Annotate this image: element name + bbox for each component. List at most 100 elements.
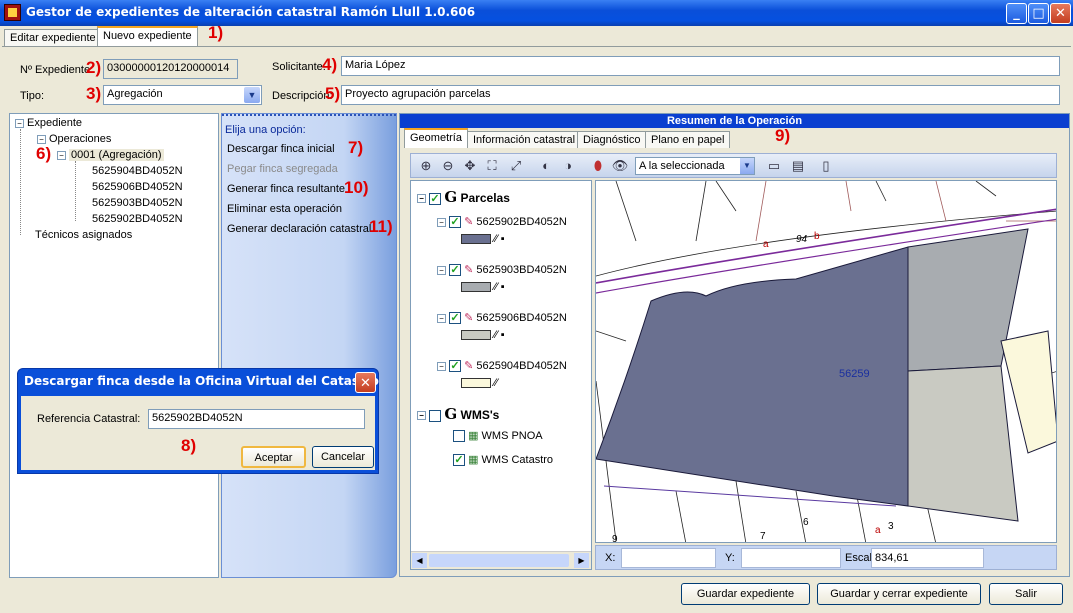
layer-legend: ⁄⁄ <box>461 377 498 389</box>
scrollbar-thumb[interactable] <box>429 554 569 567</box>
collapse-icon[interactable]: − <box>37 134 46 144</box>
descripcion-field[interactable]: Proyecto agrupación parcelas <box>341 85 1060 105</box>
selection-combo[interactable]: A la seleccionada ▼ <box>635 157 755 175</box>
layer-group-parcelas[interactable]: − ✓ G Parcelas <box>417 188 510 206</box>
maximize-button[interactable]: □ <box>1028 3 1049 24</box>
collapse-icon[interactable]: − <box>417 194 426 204</box>
tree-node-parcel[interactable]: 5625902BD4052N <box>92 213 183 225</box>
scroll-left-icon[interactable]: ◀ <box>412 553 427 568</box>
tab-diagnostico[interactable]: Diagnóstico <box>577 131 647 148</box>
tree-connector <box>75 161 76 221</box>
tree-node-parcel[interactable]: 5625904BD4052N <box>92 165 183 177</box>
checkbox-checked[interactable]: ✓ <box>429 192 441 205</box>
tree-node-parcel[interactable]: 5625903BD4052N <box>92 197 183 209</box>
close-button[interactable]: ✕ <box>1050 3 1071 24</box>
window-title: Gestor de expedientes de alteración cata… <box>26 5 476 19</box>
solicitante-field[interactable]: Maria López <box>341 56 1060 76</box>
tab-plano-papel[interactable]: Plano en papel <box>645 131 731 148</box>
options-header: Elija una opción: <box>225 124 306 136</box>
dialog-close-button[interactable]: ✕ <box>355 372 376 393</box>
accept-button[interactable]: Aceptar <box>241 446 306 468</box>
expediente-tree: − Expediente − Operaciones −0001 (Agregaci… <box>9 113 219 578</box>
zoom-in-icon[interactable]: ⊕ <box>417 157 435 175</box>
zoom-box-icon[interactable]: ⛶ <box>483 157 501 175</box>
zoom-extent-icon[interactable]: ⤢ <box>507 157 525 175</box>
layer-parcel-2[interactable]: − ✓ ✎ 5625903BD4052N <box>437 263 567 277</box>
save-close-button[interactable]: Guardar y cerrar expediente <box>817 583 981 605</box>
annotation-5: 5) <box>325 84 341 103</box>
save-button[interactable]: Guardar expediente <box>681 583 810 605</box>
escala-field[interactable]: 834,61 <box>871 548 984 568</box>
solicitante-label: Solicitante: <box>272 61 326 73</box>
chevron-down-icon[interactable]: ▼ <box>740 158 754 174</box>
collapse-icon[interactable]: − <box>15 118 24 128</box>
cancel-button[interactable]: Cancelar <box>312 446 374 468</box>
option-generar-finca[interactable]: Generar finca resultante <box>227 183 345 195</box>
option-eliminar-operacion[interactable]: Eliminar esta operación <box>227 203 342 215</box>
tree-connector <box>20 129 21 235</box>
tab-divider <box>2 46 1071 47</box>
layer-parcel-1[interactable]: − ✓ ✎ 5625902BD4052N <box>437 215 567 229</box>
y-coordinate-field[interactable] <box>741 548 841 568</box>
title-bar: Gestor de expedientes de alteración cata… <box>0 0 1073 26</box>
descripcion-label: Descripción: <box>272 90 333 102</box>
eye-icon[interactable]: 👁 <box>611 157 629 175</box>
annotation-2: 2) <box>86 58 102 77</box>
map-label: a <box>875 525 881 536</box>
map-label: a <box>763 239 769 250</box>
layer-wms-pnoa[interactable]: ▦ WMS PNOA <box>453 429 543 443</box>
horizontal-scrollbar[interactable]: ◀ ▶ <box>411 551 591 569</box>
map-label: 9 <box>612 534 618 543</box>
ref-label: Referencia Catastral: <box>37 413 141 425</box>
map-label: 6 <box>803 517 809 528</box>
ref-catastral-field[interactable]: 5625902BD4052N <box>148 409 365 429</box>
tab-geometria[interactable]: Geometría <box>404 128 468 148</box>
scroll-right-icon[interactable]: ▶ <box>574 553 589 568</box>
chevron-down-icon[interactable]: ▼ <box>244 87 260 103</box>
zoom-next-icon[interactable]: ◑ <box>559 157 577 175</box>
x-label: X: <box>605 552 616 564</box>
tab-informacion-catastral[interactable]: Información catastral <box>467 131 582 148</box>
zoom-out-icon[interactable]: ⊖ <box>439 157 457 175</box>
eraser-icon[interactable]: ⬮ <box>589 157 607 175</box>
option-generar-declaracion[interactable]: Generar declaración catastral <box>227 223 371 235</box>
tipo-select[interactable]: Agregación ▼ <box>103 85 262 105</box>
zoom-previous-icon[interactable]: ◐ <box>537 157 555 175</box>
annotation-10: 10) <box>344 178 369 197</box>
tree-node-tecnicos[interactable]: Técnicos asignados <box>35 229 132 241</box>
tree-node-operation[interactable]: −0001 (Agregación) <box>57 149 164 161</box>
layer-parcel-3[interactable]: − ✓ ✎ 5625906BD4052N <box>437 311 567 325</box>
layer-parcel-4[interactable]: − ✓ ✎ 5625904BD4052N <box>437 359 567 373</box>
option-descargar-finca[interactable]: Descargar finca inicial <box>227 143 335 155</box>
map-toolbar: ⊕ ⊖ ✥ ⛶ ⤢ ◐ ◑ ⬮ 👁 A la seleccionada ▼ ▭ … <box>410 153 1057 178</box>
tab-editar-expediente[interactable]: Editar expediente <box>4 29 102 47</box>
document-icon[interactable]: ▯ <box>817 157 835 175</box>
minimize-button[interactable]: _ <box>1006 3 1027 24</box>
expediente-label: Nº Expediente: <box>20 64 94 76</box>
ruler-icon[interactable]: ▭ <box>765 157 783 175</box>
exit-button[interactable]: Salir <box>989 583 1063 605</box>
map-canvas[interactable]: 56259 94 b a 9 7 6 3 a <box>595 180 1057 543</box>
annotation-8: 8) <box>181 436 197 455</box>
tipo-label: Tipo: <box>20 90 45 102</box>
layer-wms-catastro[interactable]: ✓ ▦ WMS Catastro <box>453 453 553 467</box>
map-graphic <box>596 181 1056 542</box>
annotation-7: 7) <box>348 138 364 157</box>
resumen-title: Resumen de la Operación <box>400 114 1069 128</box>
collapse-icon[interactable]: − <box>57 150 66 160</box>
collapse-icon[interactable]: − <box>417 411 426 421</box>
tab-nuevo-expediente[interactable]: Nuevo expediente <box>97 26 198 47</box>
tree-node-parcel[interactable]: 5625906BD4052N <box>92 181 183 193</box>
app-icon <box>4 4 21 21</box>
map-label: b <box>814 231 820 242</box>
parcel-label: 56259 <box>839 368 870 380</box>
tree-node-expediente[interactable]: − Expediente <box>15 117 82 129</box>
annotation-11: 11) <box>369 217 393 236</box>
layer-group-wms[interactable]: − G WMS's <box>417 405 499 423</box>
x-coordinate-field[interactable] <box>621 548 716 568</box>
expediente-field[interactable]: 03000000120120000014 <box>103 59 238 79</box>
checkbox-unchecked[interactable] <box>429 409 441 422</box>
layers-icon[interactable]: ▤ <box>789 157 807 175</box>
pan-icon[interactable]: ✥ <box>461 157 479 175</box>
download-dialog: Descargar finca desde la Oficina Virtual… <box>17 368 379 474</box>
